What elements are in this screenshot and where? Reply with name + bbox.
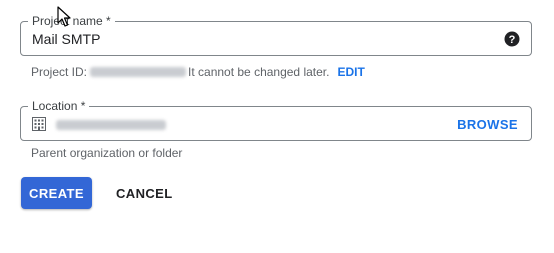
location-label: Location * — [28, 98, 90, 114]
svg-text:?: ? — [509, 34, 516, 46]
mouse-pointer-icon — [57, 6, 71, 27]
project-name-input[interactable]: Mail SMTP — [32, 31, 100, 47]
building-icon — [32, 117, 46, 131]
location-field[interactable]: Location * BROWSE — [20, 98, 532, 141]
help-circle-icon[interactable]: ? — [504, 31, 520, 47]
create-button[interactable]: CREATE — [21, 177, 92, 209]
project-id-prefix: Project ID: — [31, 65, 88, 79]
location-hint: Parent organization or folder — [31, 146, 183, 160]
location-value-redacted — [56, 120, 166, 130]
project-name-label: Project name * — [28, 13, 115, 29]
browse-button[interactable]: BROWSE — [457, 117, 518, 132]
cancel-button[interactable]: CANCEL — [106, 177, 183, 209]
project-id-note: It cannot be changed later. — [188, 65, 330, 79]
project-id-redacted — [90, 67, 187, 77]
project-id-line: Project ID: It cannot be changed later. ED… — [31, 65, 365, 79]
project-name-field[interactable]: Project name * Mail SMTP ? — [20, 13, 532, 56]
edit-project-id-link[interactable]: EDIT — [337, 65, 364, 79]
